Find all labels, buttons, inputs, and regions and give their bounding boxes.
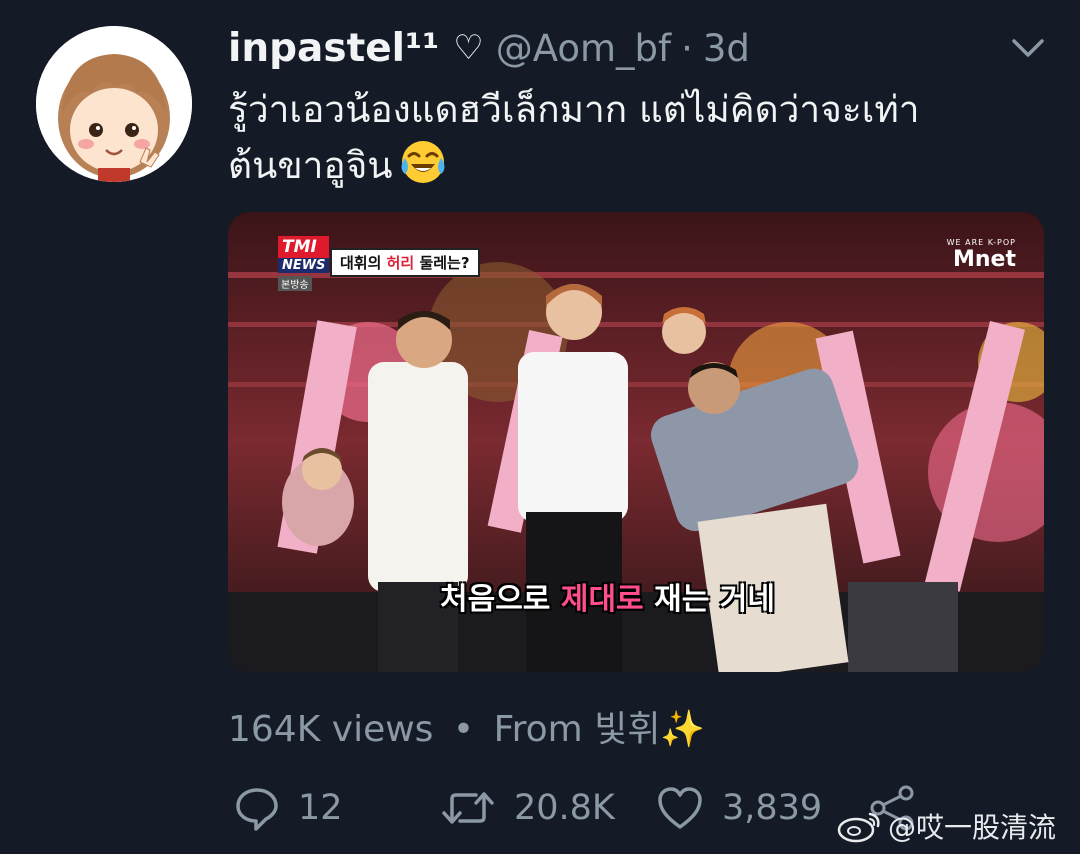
like-button[interactable]: 3,839	[656, 776, 822, 840]
reply-icon	[236, 788, 278, 831]
tweet-text-line-1: รู้ว่าเอวน้องแดฮวีเล็กมาก แต่ไม่คิดว่าจะ…	[228, 88, 920, 131]
retweet-count: 20.8K	[514, 788, 615, 828]
heart-icon	[658, 787, 702, 829]
subtitle-part-1: 처음으로	[440, 582, 561, 617]
tmi-news-badge: TMI NEWS 본방송	[278, 236, 330, 292]
broadcaster-tagline: WE ARE K-POP	[946, 238, 1016, 247]
topic-prefix: 대휘의	[340, 254, 387, 272]
weibo-watermark: @哎一股清流	[836, 806, 1056, 846]
display-name[interactable]: inpastel¹¹	[228, 26, 439, 71]
topic-highlight: 허리	[386, 254, 415, 272]
retweet-button[interactable]: 20.8K	[440, 776, 615, 840]
face-with-tears-of-joy-icon	[401, 141, 445, 183]
source-attribution[interactable]: From 빛휘✨	[494, 709, 706, 750]
segment-topic-banner: 대휘의 허리 둘레는?	[330, 248, 480, 277]
chevron-down-icon[interactable]	[1010, 36, 1046, 60]
tweet-header: inpastel¹¹ ♡ @Aom_bf · 3d	[228, 18, 750, 78]
tweet-text-line-2: ต้นขาอูจิน	[228, 144, 393, 187]
stats-dot: •	[452, 709, 475, 750]
topic-suffix: 둘레는?	[414, 254, 470, 272]
retweet-icon	[442, 792, 494, 824]
avatar-illustration	[36, 26, 192, 182]
broadcaster-name: Mnet	[953, 247, 1016, 272]
profile-avatar[interactable]	[36, 26, 192, 182]
tweet-timestamp[interactable]: 3d	[703, 27, 750, 70]
view-count: 164K views	[228, 709, 434, 750]
subtitle-part-2: 제대로	[560, 582, 644, 617]
tmi-badge-top: TMI	[278, 236, 330, 258]
watermark-text: @哎一股清流	[888, 811, 1057, 844]
tweet-body: รู้ว่าเอวน้องแดฮวีเล็กมาก แต่ไม่คิดว่าจะ…	[228, 82, 1048, 194]
tweet-media-video[interactable]: TMI NEWS 본방송 대휘의 허리 둘레는? WE ARE K-POP Mn…	[228, 212, 1044, 672]
user-handle[interactable]: @Aom_bf	[496, 27, 671, 70]
heart-outline-icon: ♡	[453, 28, 484, 68]
reply-button[interactable]: 12	[234, 776, 343, 840]
reply-count: 12	[298, 788, 343, 828]
tmi-badge-bottom: NEWS	[278, 258, 330, 273]
broadcast-tag: 본방송	[278, 276, 312, 291]
like-count: 3,839	[722, 788, 823, 828]
subtitle-part-3: 재는 거네	[643, 582, 775, 617]
view-stats: 164K views • From 빛휘✨	[228, 700, 705, 752]
separator-dot: ·	[681, 26, 693, 70]
broadcaster-logo: WE ARE K-POP Mnet	[947, 238, 1016, 272]
video-subtitle: 처음으로 제대로 재는 거네	[440, 574, 775, 618]
weibo-logo-icon	[837, 812, 880, 843]
